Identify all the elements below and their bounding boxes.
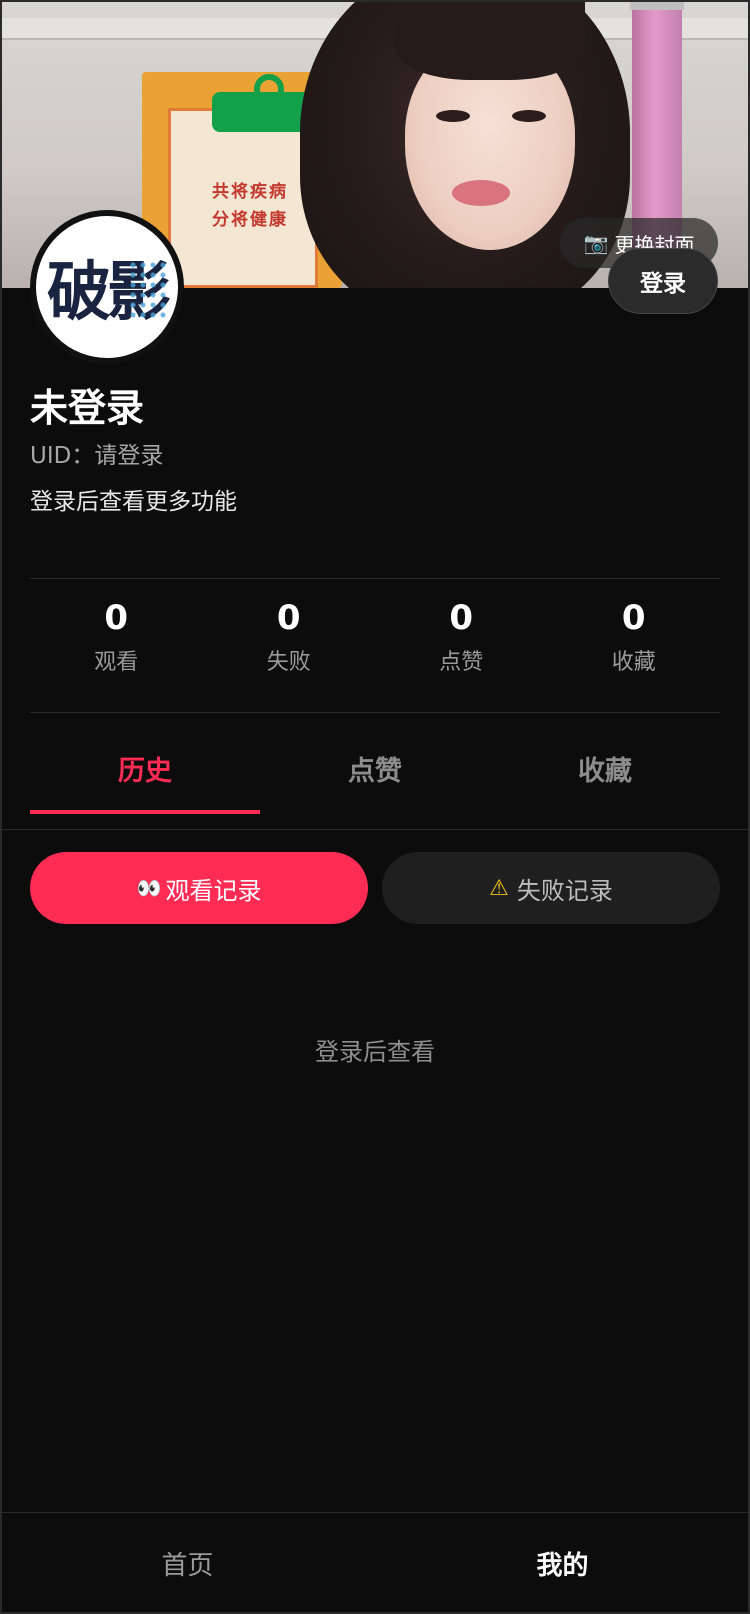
stat-views[interactable]: 0 观看 bbox=[30, 596, 203, 716]
cover-notice-line-2: 分将健康 bbox=[212, 210, 288, 230]
profile-uid: UID：请登录 bbox=[30, 443, 164, 469]
content-tabs: 历史 点赞 收藏 bbox=[30, 722, 720, 814]
tab-likes[interactable]: 点赞 bbox=[260, 722, 490, 814]
fail-history-label: 失败记录 bbox=[516, 876, 613, 905]
bottom-nav: 首页 我的 bbox=[0, 1512, 750, 1614]
stats-divider-bottom bbox=[30, 712, 720, 713]
cover-notice-text: 共将疾病 分将健康 bbox=[212, 178, 288, 234]
stats-row: 0 观看 0 失败 0 点赞 0 收藏 bbox=[30, 596, 720, 716]
profile-bio: 登录后查看更多功能 bbox=[30, 489, 237, 515]
profile-name: 未登录 bbox=[30, 386, 145, 430]
login-button[interactable]: 登录 bbox=[608, 248, 718, 314]
stat-label: 观看 bbox=[94, 650, 139, 675]
stat-failures[interactable]: 0 失败 bbox=[203, 596, 376, 716]
cover-person-lips bbox=[452, 180, 510, 206]
warning-icon: ⚠ bbox=[489, 875, 509, 901]
avatar-dots-decoration bbox=[128, 260, 168, 320]
eyes-icon: 👀 bbox=[136, 876, 162, 900]
stat-label: 收藏 bbox=[611, 650, 656, 675]
tabs-divider bbox=[0, 829, 750, 830]
stat-value: 0 bbox=[104, 598, 129, 638]
watch-history-label: 观看记录 bbox=[165, 876, 262, 905]
stat-value: 0 bbox=[621, 598, 646, 638]
stat-value: 0 bbox=[449, 598, 474, 638]
cover-person-eye-left bbox=[436, 110, 470, 122]
nav-me[interactable]: 我的 bbox=[375, 1513, 750, 1614]
stat-value: 0 bbox=[276, 598, 301, 638]
empty-state-text: 登录后查看 bbox=[315, 1038, 435, 1066]
stat-favorites[interactable]: 0 收藏 bbox=[548, 596, 721, 716]
avatar[interactable]: 破影 bbox=[30, 210, 184, 364]
cover-notice-line-1: 共将疾病 bbox=[212, 182, 288, 202]
stats-divider-top bbox=[30, 578, 720, 579]
history-sub-tabs: 👀 观看记录 ⚠ 失败记录 bbox=[30, 852, 720, 924]
tab-history[interactable]: 历史 bbox=[30, 722, 260, 814]
camera-icon: 📷 bbox=[583, 231, 609, 255]
cover-pole-cap bbox=[630, 0, 684, 10]
stat-label: 失败 bbox=[266, 650, 311, 675]
stat-likes[interactable]: 0 点赞 bbox=[375, 596, 548, 716]
watch-history-button[interactable]: 👀 观看记录 bbox=[30, 852, 368, 924]
stat-label: 点赞 bbox=[439, 650, 484, 675]
cover-person-bangs bbox=[395, 0, 585, 80]
tab-favorites[interactable]: 收藏 bbox=[490, 722, 720, 814]
fail-history-button[interactable]: ⚠ 失败记录 bbox=[382, 852, 720, 924]
cover-person-eye-right bbox=[512, 110, 546, 122]
nav-home[interactable]: 首页 bbox=[0, 1513, 375, 1614]
